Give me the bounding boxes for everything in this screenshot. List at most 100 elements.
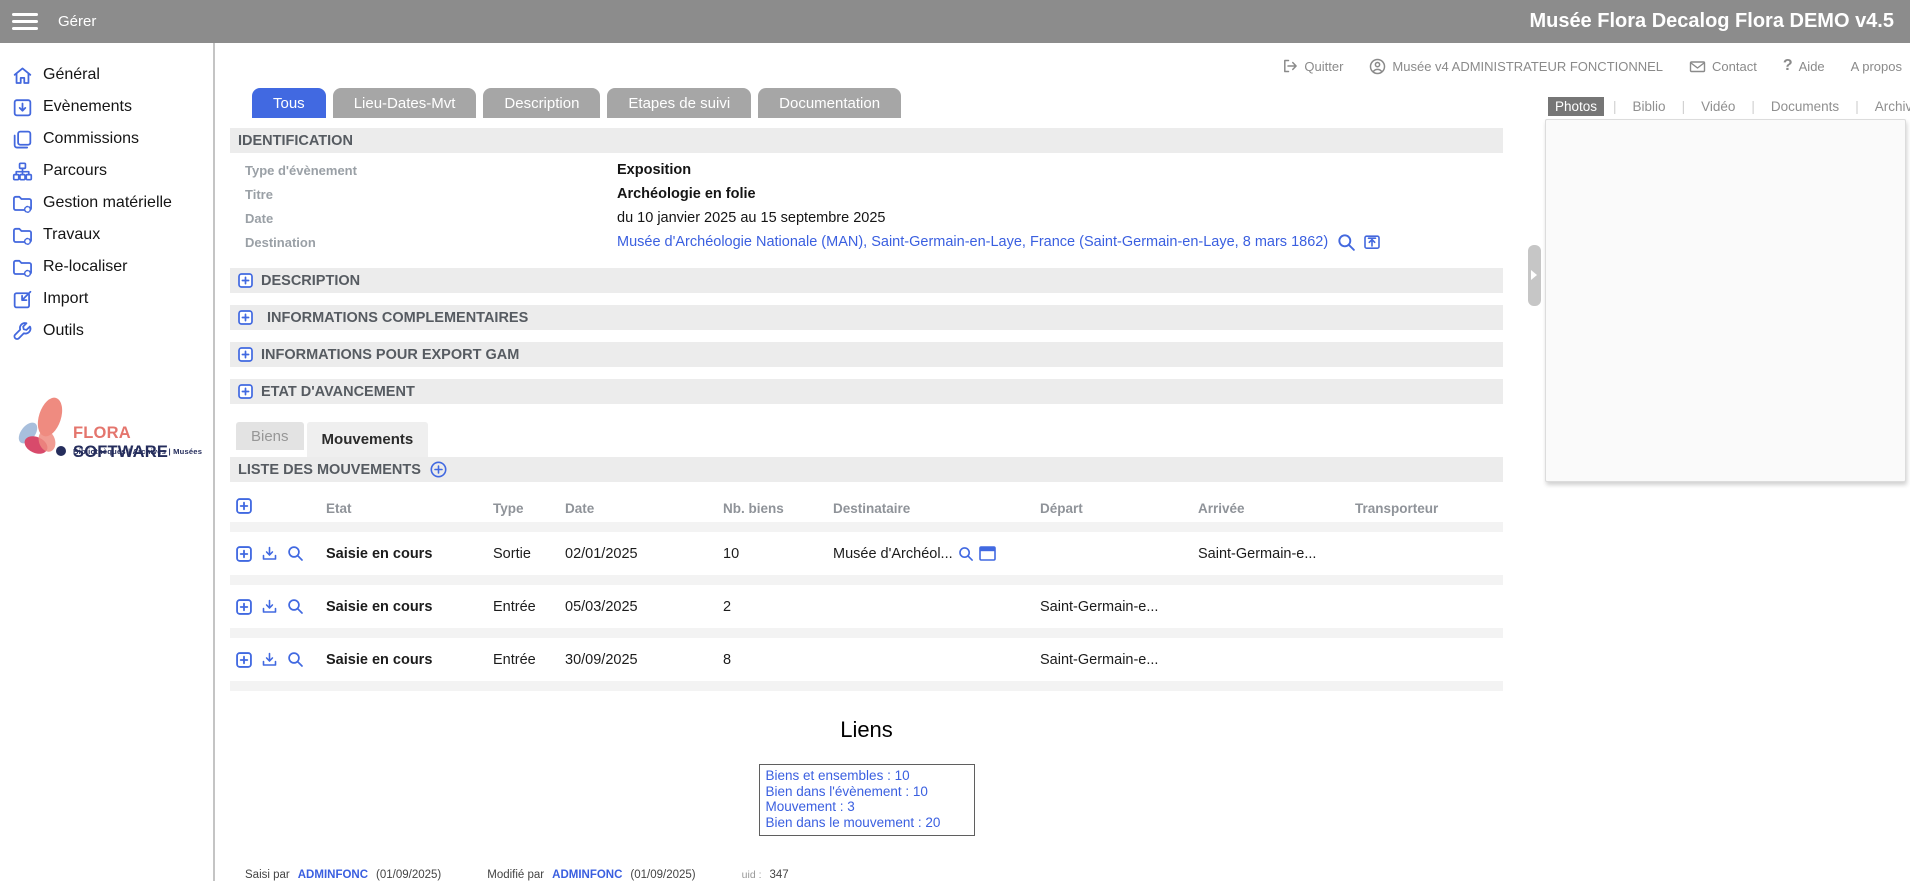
app-root: Gérer Musée Flora Decalog Flora DEMO v4.… (0, 0, 1910, 881)
search-icon[interactable] (287, 598, 304, 615)
subtab-biens[interactable]: Biens (236, 422, 304, 450)
tab-lieu-dates-mvt[interactable]: Lieu-Dates-Mvt (333, 88, 477, 118)
media-tab-photos[interactable]: Photos (1548, 97, 1604, 116)
field-label: Titre (245, 187, 617, 202)
media-tab-biblio[interactable]: Biblio (1626, 97, 1673, 116)
contact-button[interactable]: Contact (1689, 59, 1757, 74)
tab-documentation[interactable]: Documentation (758, 88, 901, 118)
col-destinataire[interactable]: Destinataire (833, 501, 1040, 516)
sidebar-item-outils[interactable]: Outils (0, 315, 213, 347)
tab-etapes-de-suivi[interactable]: Etapes de suivi (607, 88, 751, 118)
modifie-label: Modifié par (487, 869, 544, 881)
add-row-icon[interactable] (236, 498, 252, 514)
section-informations-export-gam[interactable]: INFORMATIONS POUR EXPORT GAM (230, 342, 1503, 367)
expand-plus-icon[interactable] (238, 273, 253, 288)
logo-brand-primary: FLORA (73, 424, 130, 442)
subtab-mouvements[interactable]: Mouvements (307, 422, 429, 457)
cell-arrivee: Saint-Germain-e... (1198, 546, 1355, 562)
link-bien-dans-mouvement[interactable]: Bien dans le mouvement : 20 (766, 815, 968, 831)
field-label: Date (245, 211, 617, 226)
flora-software-logo: FLORA SOFTWARE Bibliothèques | Archives … (14, 395, 209, 470)
download-tray-icon[interactable] (261, 545, 278, 562)
sidebar-item-gestion-materielle[interactable]: Gestion matérielle (0, 187, 213, 219)
col-type[interactable]: Type (493, 501, 565, 516)
section-etat-avancement[interactable]: ETAT D'AVANCEMENT (230, 379, 1503, 404)
col-depart[interactable]: Départ (1040, 501, 1198, 516)
identification-section-header: IDENTIFICATION (230, 128, 1503, 153)
section-description[interactable]: DESCRIPTION (230, 268, 1503, 293)
field-titre: Titre Archéologie en folie (230, 182, 1503, 206)
row-separator (230, 681, 1503, 691)
app-title: Musée Flora Decalog Flora DEMO v4.5 (1529, 10, 1894, 33)
link-bien-dans-evenement[interactable]: Bien dans l'évènement : 10 (766, 784, 968, 800)
sidebar-item-general[interactable]: Général (0, 59, 213, 91)
liens-title: Liens (230, 717, 1503, 743)
tab-description[interactable]: Description (483, 88, 600, 118)
saisi-user-link[interactable]: ADMINFONC (298, 869, 368, 881)
destinataire-text: Musée d'Archéol... (833, 546, 953, 562)
mouvements-table-header: Etat Type Date Nb. biens Destinataire Dé… (230, 494, 1503, 522)
table-row[interactable]: Saisie en cours Entrée 30/09/2025 8 Sain… (230, 638, 1503, 681)
col-etat[interactable]: Etat (326, 501, 493, 516)
open-window-icon[interactable] (1363, 233, 1381, 251)
sidebar-item-evenements[interactable]: Evènements (0, 91, 213, 123)
uid-value: 347 (770, 869, 789, 881)
window-icon[interactable] (979, 546, 996, 561)
envelope-icon (1689, 59, 1706, 74)
search-icon[interactable] (1337, 233, 1356, 252)
sidebar-item-travaux[interactable]: Travaux (0, 219, 213, 251)
media-tab-documents[interactable]: Documents (1764, 97, 1846, 116)
sidebar-item-label: Commissions (43, 130, 139, 148)
tab-tous[interactable]: Tous (252, 88, 326, 118)
col-nb-biens[interactable]: Nb. biens (723, 501, 833, 516)
expand-plus-icon[interactable] (238, 310, 253, 325)
panel-splitter-handle[interactable] (1528, 245, 1541, 306)
logo-dot (56, 446, 66, 456)
row-separator (230, 628, 1503, 638)
destination-link[interactable]: Musée d'Archéologie Nationale (MAN), Sai… (617, 234, 1328, 250)
media-tab-archives[interactable]: Archives (1868, 97, 1910, 116)
search-icon[interactable] (958, 546, 974, 562)
record-tabs: Tous Lieu-Dates-Mvt Description Etapes d… (252, 88, 1503, 118)
search-icon[interactable] (287, 545, 304, 562)
media-tab-video[interactable]: Vidéo (1694, 97, 1742, 116)
download-tray-icon[interactable] (261, 651, 278, 668)
copies-icon (11, 128, 34, 151)
field-value: du 10 janvier 2025 au 15 septembre 2025 (617, 210, 885, 226)
col-arrivee[interactable]: Arrivée (1198, 501, 1355, 516)
search-icon[interactable] (287, 651, 304, 668)
sidebar-item-parcours[interactable]: Parcours (0, 155, 213, 187)
a-propos-button[interactable]: A propos (1851, 59, 1902, 74)
user-account[interactable]: Musée v4 ADMINISTRATEUR FONCTIONNEL (1369, 58, 1663, 75)
section-informations-complementaires[interactable]: INFORMATIONS COMPLEMENTAIRES (230, 305, 1503, 330)
link-biens-et-ensembles[interactable]: Biens et ensembles : 10 (766, 768, 968, 784)
quitter-button[interactable]: Quitter (1282, 58, 1343, 74)
col-date[interactable]: Date (565, 501, 723, 516)
expand-plus-icon[interactable] (238, 347, 253, 362)
sidebar-item-label: Import (43, 290, 88, 308)
link-mouvement[interactable]: Mouvement : 3 (766, 799, 968, 815)
cell-destinataire: Musée d'Archéol... (833, 546, 1040, 562)
sidebar-item-relocaliser[interactable]: Re-localiser (0, 251, 213, 283)
wrench-icon (11, 320, 34, 343)
download-tray-icon[interactable] (261, 598, 278, 615)
section-title: ETAT D'AVANCEMENT (261, 384, 415, 400)
record-audit-line: Saisi par ADMINFONC (01/09/2025) Modifié… (245, 869, 789, 881)
aide-button[interactable]: ? Aide (1783, 57, 1825, 75)
sidebar-item-commissions[interactable]: Commissions (0, 123, 213, 155)
add-mouvement-icon[interactable] (430, 461, 447, 478)
modifie-user-link[interactable]: ADMINFONC (552, 869, 622, 881)
liste-mouvements-header: LISTE DES MOUVEMENTS (230, 457, 1503, 482)
col-transporteur[interactable]: Transporteur (1355, 501, 1503, 516)
table-row[interactable]: Saisie en cours Entrée 05/03/2025 2 Sain… (230, 585, 1503, 628)
hamburger-menu-icon[interactable] (12, 13, 38, 30)
sidebar-item-import[interactable]: Import (0, 283, 213, 315)
table-row[interactable]: Saisie en cours Sortie 02/01/2025 10 Mus… (230, 532, 1503, 575)
add-icon[interactable] (236, 599, 252, 615)
add-icon[interactable] (236, 652, 252, 668)
a-propos-label: A propos (1851, 59, 1902, 74)
cell-date: 05/03/2025 (565, 599, 723, 615)
media-panel-empty-area (1545, 119, 1906, 482)
expand-plus-icon[interactable] (238, 384, 253, 399)
add-icon[interactable] (236, 546, 252, 562)
